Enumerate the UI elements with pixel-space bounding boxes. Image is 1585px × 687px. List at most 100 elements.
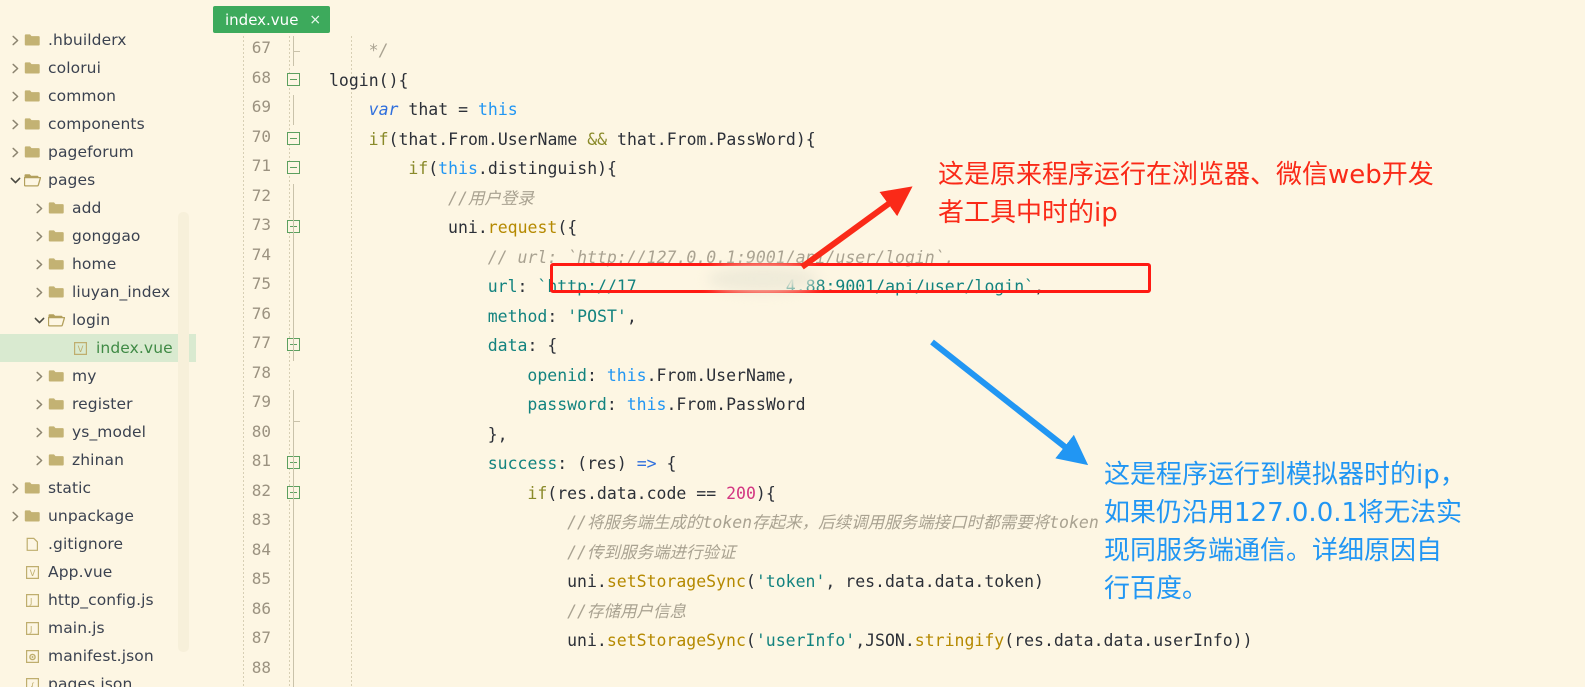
js-file-icon: J bbox=[22, 621, 42, 636]
sidebar-item-home[interactable]: home bbox=[0, 250, 196, 278]
hbuilderx-window: .hbuilderx colorui common components pagefor… bbox=[0, 0, 1585, 687]
code-line: }, bbox=[487, 424, 508, 444]
js-file-icon: J bbox=[22, 593, 42, 608]
vue-file-icon: V bbox=[70, 341, 90, 356]
chevron-right-icon[interactable] bbox=[32, 390, 46, 418]
sidebar-item-label: common bbox=[48, 87, 117, 105]
chevron-right-icon[interactable] bbox=[32, 250, 46, 278]
sidebar-item-label: main.js bbox=[48, 619, 105, 637]
chevron-right-icon[interactable] bbox=[8, 502, 22, 530]
sidebar-item-label: static bbox=[48, 479, 92, 497]
sidebar-scrollbar[interactable] bbox=[178, 212, 189, 652]
folder-icon bbox=[22, 61, 42, 75]
sidebar-item-common[interactable]: common bbox=[0, 82, 196, 110]
sidebar-item-pages[interactable]: pages bbox=[0, 166, 196, 194]
code-line: uni.request({ bbox=[448, 218, 578, 237]
sidebar-item-label: http_config.js bbox=[48, 591, 154, 609]
sidebar-item-register[interactable]: register bbox=[0, 390, 196, 418]
chevron-down-icon[interactable] bbox=[32, 306, 46, 334]
sidebar-item-label: liuyan_index bbox=[72, 283, 171, 301]
sidebar-item-label: manifest.json bbox=[48, 647, 154, 665]
sidebar-item--gitignore[interactable]: .gitignore bbox=[0, 530, 196, 558]
folder-icon bbox=[22, 89, 42, 103]
folder-icon bbox=[46, 369, 66, 383]
chevron-right-icon[interactable] bbox=[32, 222, 46, 250]
sidebar-item-gonggao[interactable]: gonggao bbox=[0, 222, 196, 250]
project-sidebar: .hbuilderx colorui common components pagefor… bbox=[0, 0, 196, 687]
chevron-right-icon[interactable] bbox=[32, 194, 46, 222]
sidebar-item-components[interactable]: components bbox=[0, 110, 196, 138]
sidebar-item-my[interactable]: my bbox=[0, 362, 196, 390]
folder-icon bbox=[46, 453, 66, 467]
sidebar-item-label: gonggao bbox=[72, 227, 141, 245]
code-line: uni.setStorageSync('userInfo',JSON.strin… bbox=[567, 631, 1253, 650]
svg-text:J: J bbox=[29, 597, 32, 606]
file-file-icon bbox=[22, 537, 42, 552]
folder-icon bbox=[22, 509, 42, 523]
sidebar-item-pageforum[interactable]: pageforum bbox=[0, 138, 196, 166]
tab-index-vue[interactable]: index.vue × bbox=[213, 6, 331, 33]
sidebar-item-http-config-js[interactable]: Jhttp_config.js bbox=[0, 586, 196, 614]
sidebar-item-label: ys_model bbox=[72, 423, 147, 441]
editor-tabbar: index.vue × bbox=[196, 0, 1585, 36]
folder-icon bbox=[46, 285, 66, 299]
code-line: if(this.distinguish){ bbox=[408, 159, 617, 178]
sidebar-item-label: index.vue bbox=[96, 339, 173, 357]
sidebar-item-unpackage[interactable]: unpackage bbox=[0, 502, 196, 530]
sidebar-item-add[interactable]: add bbox=[0, 194, 196, 222]
folder-icon bbox=[22, 117, 42, 131]
folder-icon bbox=[46, 201, 66, 215]
chevron-right-icon[interactable] bbox=[32, 362, 46, 390]
chevron-right-icon[interactable] bbox=[32, 278, 46, 306]
chevron-right-icon[interactable] bbox=[8, 26, 22, 54]
code-line: data: { bbox=[487, 336, 558, 355]
json-cfg-file-icon bbox=[22, 649, 42, 664]
sidebar-item-label: colorui bbox=[48, 59, 101, 77]
chevron-right-icon[interactable] bbox=[8, 138, 22, 166]
sidebar-item-label: my bbox=[72, 367, 97, 385]
chevron-right-icon[interactable] bbox=[8, 474, 22, 502]
red-annotation-text: 这是原来程序运行在浏览器、微信web开发 者工具中时的ip bbox=[938, 160, 1434, 228]
sidebar-item-label: App.vue bbox=[48, 563, 113, 581]
sidebar-item-manifest-json[interactable]: manifest.json bbox=[0, 642, 196, 670]
code-line: var that = this bbox=[368, 100, 518, 119]
code-line: method: 'POST', bbox=[487, 306, 637, 326]
svg-text:V: V bbox=[29, 569, 35, 579]
chevron-right-icon[interactable] bbox=[8, 110, 22, 138]
sidebar-item-main-js[interactable]: Jmain.js bbox=[0, 614, 196, 642]
sidebar-item-app-vue[interactable]: V App.vue bbox=[0, 558, 196, 586]
sidebar-item-ys-model[interactable]: ys_model bbox=[0, 418, 196, 446]
chevron-right-icon[interactable] bbox=[8, 82, 22, 110]
folder-icon bbox=[46, 425, 66, 439]
sidebar-item-label: add bbox=[72, 199, 102, 217]
blue-annotation-text: 这是程序运行到模拟器时的ip， 如果仍沿用12​7.0.0.1将无法实 现同服务… bbox=[1104, 460, 1466, 604]
chevron-right-icon[interactable] bbox=[32, 418, 46, 446]
code-line: login(){ bbox=[329, 70, 409, 90]
sidebar-item-label: zhinan bbox=[72, 451, 125, 469]
sidebar-item-label: pageforum bbox=[48, 143, 134, 161]
sidebar-item-login[interactable]: login bbox=[0, 306, 196, 334]
sidebar-item-static[interactable]: static bbox=[0, 474, 196, 502]
close-icon[interactable]: × bbox=[309, 13, 321, 27]
folder-icon bbox=[46, 397, 66, 411]
folder-icon bbox=[22, 173, 42, 187]
file-tree[interactable]: .hbuilderx colorui common components pagefor… bbox=[0, 0, 196, 687]
sidebar-item-index-vue[interactable]: Vindex.vue bbox=[0, 334, 196, 362]
code-line: success: (res) => { bbox=[487, 454, 677, 473]
sidebar-item-pages-json[interactable]: {pages.json bbox=[0, 670, 196, 687]
svg-text:J: J bbox=[29, 625, 32, 634]
sidebar-item-zhinan[interactable]: zhinan bbox=[0, 446, 196, 474]
sidebar-item-colorui[interactable]: colorui bbox=[0, 54, 196, 82]
chevron-right-icon[interactable] bbox=[8, 54, 22, 82]
sidebar-item--hbuilderx[interactable]: .hbuilderx bbox=[0, 26, 196, 54]
chevron-right-icon[interactable] bbox=[32, 446, 46, 474]
sidebar-item-liuyan-index[interactable]: liuyan_index bbox=[0, 278, 196, 306]
folder-icon bbox=[22, 145, 42, 159]
chevron-down-icon[interactable] bbox=[8, 166, 22, 194]
code-line: openid: this.From.UserName, bbox=[527, 365, 796, 385]
code-line: //传到服务端进行验证 bbox=[567, 542, 736, 562]
code-line: uni.setStorageSync('token', res.data.dat… bbox=[567, 572, 1044, 591]
